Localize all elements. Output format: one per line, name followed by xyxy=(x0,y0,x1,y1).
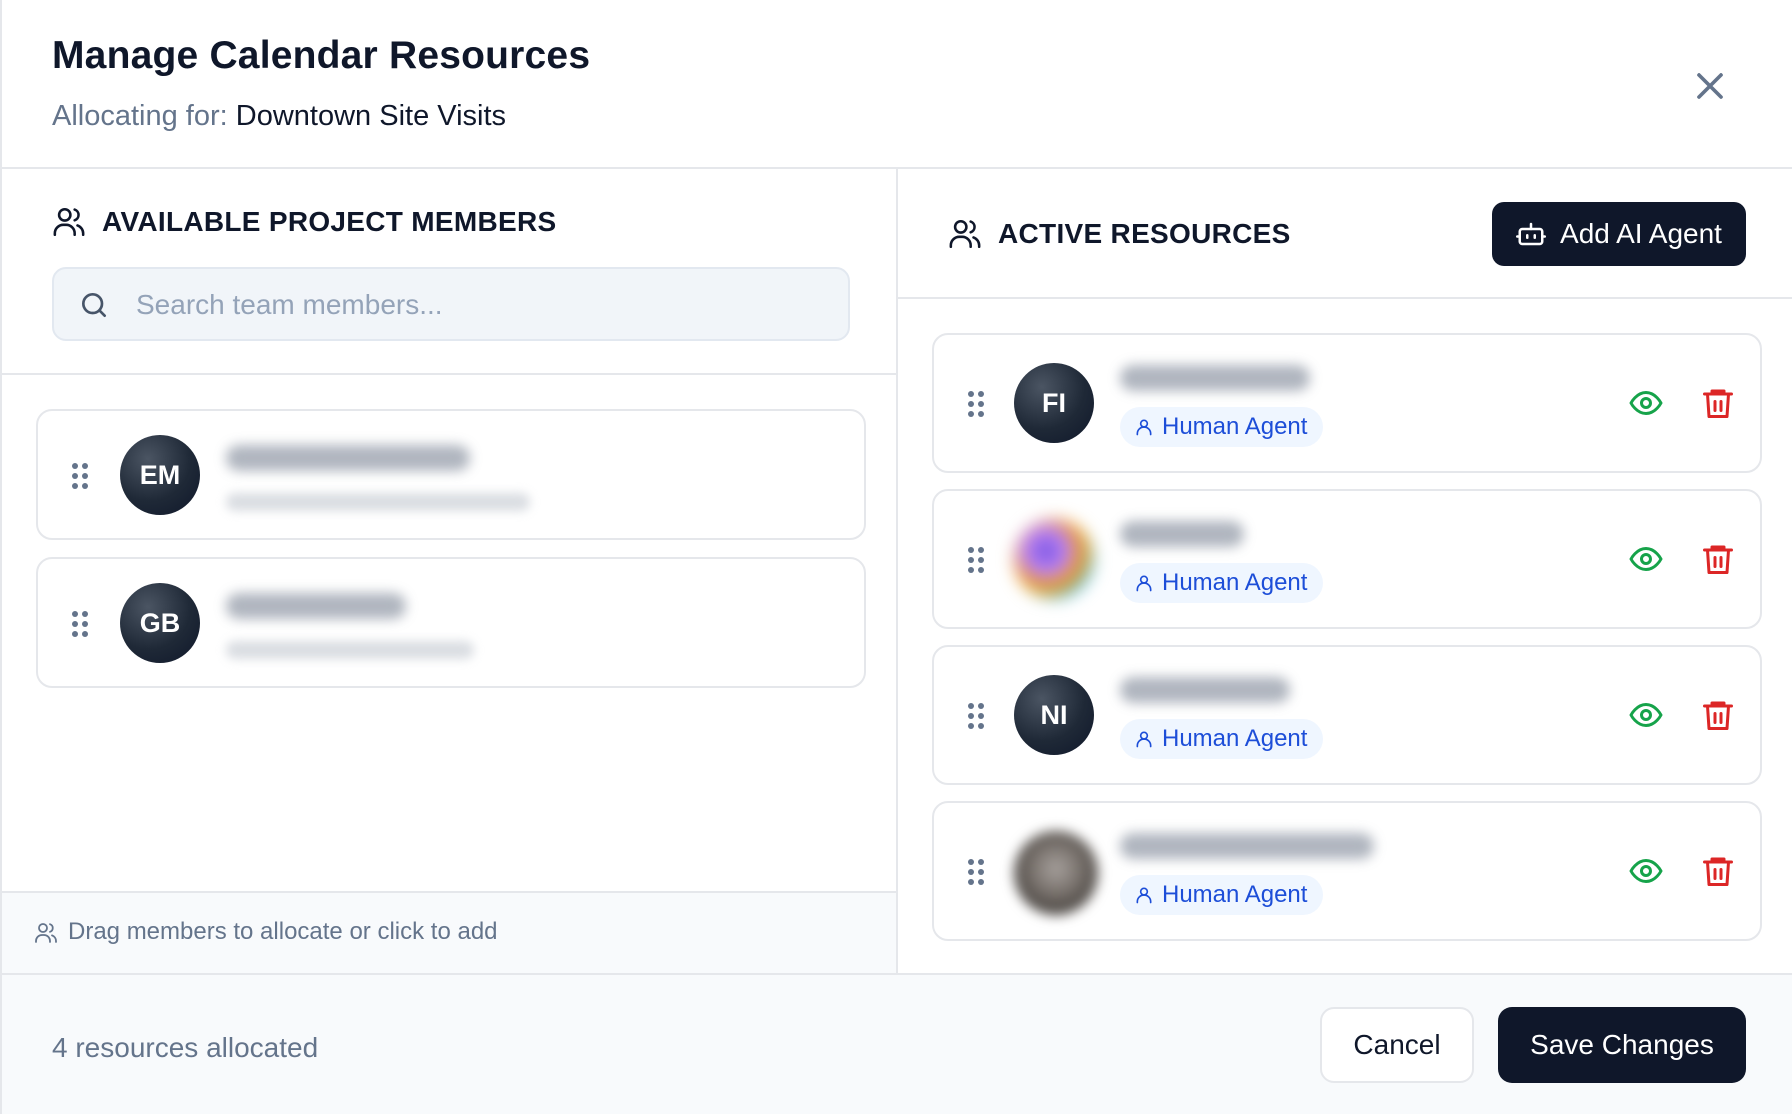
manage-resources-modal: Manage Calendar Resources Allocating for… xyxy=(0,0,1792,1114)
available-members-title-text: AVAILABLE PROJECT MEMBERS xyxy=(102,206,557,237)
resource-name-redacted xyxy=(1120,833,1374,859)
resource-card[interactable]: FI Human Agent xyxy=(932,333,1762,473)
subtitle-prefix: Allocating for: xyxy=(52,100,228,132)
users-icon xyxy=(35,923,57,943)
available-members-title: AVAILABLE PROJECT MEMBERS xyxy=(52,205,557,239)
drag-hint-text: Drag members to allocate or click to add xyxy=(68,918,498,945)
view-button[interactable] xyxy=(1628,853,1664,889)
active-resources-panel: ACTIVE RESOURCES Add AI Agent FI Human A… xyxy=(898,169,1792,973)
resource-name-redacted xyxy=(1120,677,1290,703)
trash-icon xyxy=(1703,701,1733,730)
member-email-redacted xyxy=(226,641,474,659)
users-icon xyxy=(949,219,981,249)
badge-label: Human Agent xyxy=(1162,725,1308,752)
users-icon xyxy=(53,207,85,237)
remove-button[interactable] xyxy=(1700,541,1736,577)
save-changes-button[interactable]: Save Changes xyxy=(1498,1007,1746,1083)
remove-button[interactable] xyxy=(1700,853,1736,889)
resource-card[interactable]: NI Human Agent xyxy=(932,645,1762,785)
resource-name-redacted xyxy=(1120,521,1244,547)
avatar: FI xyxy=(1014,363,1094,443)
member-card[interactable]: EM xyxy=(36,409,866,540)
modal-footer: 4 resources allocated Cancel Save Change… xyxy=(2,973,1792,1114)
view-button[interactable] xyxy=(1628,697,1664,733)
search-input[interactable] xyxy=(134,269,838,341)
member-name-redacted xyxy=(226,445,470,471)
eye-icon xyxy=(1629,391,1663,415)
human-agent-badge: Human Agent xyxy=(1120,563,1324,603)
resource-name-redacted xyxy=(1120,365,1310,391)
drag-handle-icon[interactable] xyxy=(968,859,986,887)
drag-handle-icon[interactable] xyxy=(72,611,90,639)
available-members-header: AVAILABLE PROJECT MEMBERS xyxy=(2,169,896,375)
resource-card[interactable]: Human Agent xyxy=(932,489,1762,629)
cancel-button[interactable]: Cancel xyxy=(1320,1007,1474,1083)
drag-hint: Drag members to allocate or click to add xyxy=(2,891,896,973)
available-members-panel: AVAILABLE PROJECT MEMBERS EM xyxy=(2,169,898,973)
avatar-photo xyxy=(1014,831,1098,915)
badge-label: Human Agent xyxy=(1162,413,1308,440)
user-icon xyxy=(1136,887,1152,904)
member-card[interactable]: GB xyxy=(36,557,866,688)
add-ai-agent-button[interactable]: Add AI Agent xyxy=(1492,202,1746,266)
avatar: GB xyxy=(120,583,200,663)
remove-button[interactable] xyxy=(1700,697,1736,733)
modal-subtitle: Allocating for: Downtown Site Visits xyxy=(52,100,506,133)
drag-handle-icon[interactable] xyxy=(968,547,986,575)
eye-icon xyxy=(1629,703,1663,727)
active-resources-title-text: ACTIVE RESOURCES xyxy=(998,218,1291,249)
avatar: NI xyxy=(1014,675,1094,755)
bot-icon xyxy=(1516,222,1547,246)
drag-handle-icon[interactable] xyxy=(968,703,986,731)
view-button[interactable] xyxy=(1628,385,1664,421)
modal-title: Manage Calendar Resources xyxy=(52,34,591,77)
close-button[interactable] xyxy=(1688,64,1732,108)
human-agent-badge: Human Agent xyxy=(1120,875,1324,915)
badge-label: Human Agent xyxy=(1162,569,1308,596)
badge-label: Human Agent xyxy=(1162,881,1308,908)
subtitle-event-name: Downtown Site Visits xyxy=(235,100,507,132)
trash-icon xyxy=(1703,857,1733,886)
resources-count: 4 resources allocated xyxy=(52,1032,319,1063)
drag-handle-icon[interactable] xyxy=(72,463,90,491)
remove-button[interactable] xyxy=(1700,385,1736,421)
active-resources-title: ACTIVE RESOURCES xyxy=(948,217,1291,251)
trash-icon xyxy=(1703,545,1733,574)
modal-header: Manage Calendar Resources Allocating for… xyxy=(2,0,1792,169)
user-icon xyxy=(1136,731,1152,748)
search-icon xyxy=(82,293,106,317)
avatar-photo xyxy=(1014,519,1094,599)
drag-handle-icon[interactable] xyxy=(968,391,986,419)
active-resources-header: ACTIVE RESOURCES Add AI Agent xyxy=(898,169,1792,299)
member-name-redacted xyxy=(226,593,406,619)
human-agent-badge: Human Agent xyxy=(1120,407,1324,447)
user-icon xyxy=(1136,575,1152,592)
close-icon xyxy=(1697,73,1723,99)
trash-icon xyxy=(1703,389,1733,418)
view-button[interactable] xyxy=(1628,541,1664,577)
user-icon xyxy=(1136,419,1152,436)
add-ai-agent-label: Add AI Agent xyxy=(1560,218,1722,249)
member-email-redacted xyxy=(226,493,530,511)
eye-icon xyxy=(1629,859,1663,883)
eye-icon xyxy=(1629,547,1663,571)
avatar: EM xyxy=(120,435,200,515)
human-agent-badge: Human Agent xyxy=(1120,719,1324,759)
search-box xyxy=(52,267,850,341)
resource-card[interactable]: Human Agent xyxy=(932,801,1762,941)
